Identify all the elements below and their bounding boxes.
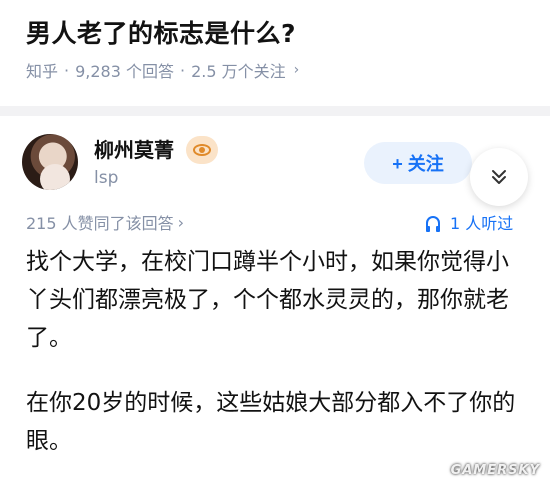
listen-row[interactable]: 1 人听过	[426, 210, 513, 234]
headphone-icon	[426, 216, 440, 232]
author-avatar[interactable]	[22, 134, 78, 190]
watermark-logo: GAMERSKY	[450, 463, 540, 478]
answer-count: 9,283 个回答	[75, 62, 175, 81]
question-title[interactable]: 男人老了的标志是什么?	[26, 14, 296, 50]
chevron-right-icon: ›	[293, 62, 300, 78]
eye-icon	[186, 136, 218, 164]
answer-paragraph: 找个大学，在校门口蹲半个小时，如果你觉得小丫头们都漂亮极了，个个都水灵灵的，那你…	[26, 249, 509, 351]
meta-separator: ·	[180, 60, 186, 80]
author-subtitle: lsp	[94, 168, 119, 188]
author-name[interactable]: 柳州莫菁	[94, 134, 174, 163]
meta-separator: ·	[64, 60, 70, 80]
chevron-double-down-icon[interactable]	[470, 148, 528, 206]
listeners-count: 1 人听过	[450, 214, 514, 233]
likes-count: 215 人赞同了该回答	[26, 214, 174, 233]
source-label: 知乎	[26, 62, 59, 81]
section-divider	[0, 106, 550, 116]
answer-paragraph: 在你20岁的时候，这些姑娘大部分都入不了你的眼。	[26, 390, 516, 454]
likes-row[interactable]: 215 人赞同了该回答 ›	[26, 210, 184, 234]
chevron-right-icon: ›	[177, 212, 185, 232]
follower-count: 2.5 万个关注	[191, 62, 286, 81]
follow-button[interactable]: + 关注	[364, 142, 472, 184]
question-meta[interactable]: 知乎 · 9,283 个回答 · 2.5 万个关注 ›	[26, 58, 299, 82]
